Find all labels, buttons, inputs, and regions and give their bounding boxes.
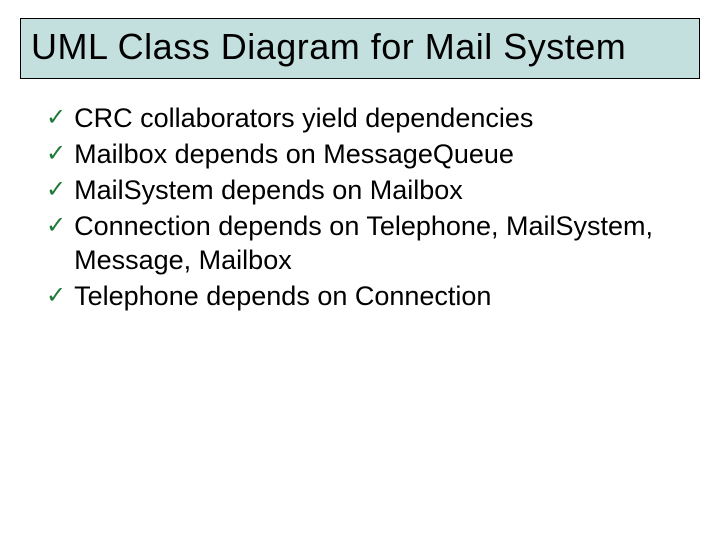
check-icon: ✓ [46,209,66,243]
check-icon: ✓ [46,101,66,135]
list-item: ✓ Telephone depends on Connection [46,279,680,313]
title-container: UML Class Diagram for Mail System [20,18,700,79]
page-title: UML Class Diagram for Mail System [31,25,689,68]
list-item: ✓ Connection depends on Telephone, MailS… [46,209,680,277]
bullet-list: ✓ CRC collaborators yield dependencies ✓… [20,101,700,313]
bullet-text: Connection depends on Telephone, MailSys… [74,209,680,277]
list-item: ✓ Mailbox depends on MessageQueue [46,137,680,171]
check-icon: ✓ [46,137,66,171]
bullet-text: MailSystem depends on Mailbox [74,173,463,207]
bullet-text: Mailbox depends on MessageQueue [74,137,514,171]
list-item: ✓ CRC collaborators yield dependencies [46,101,680,135]
bullet-text: Telephone depends on Connection [74,279,491,313]
list-item: ✓ MailSystem depends on Mailbox [46,173,680,207]
check-icon: ✓ [46,279,66,313]
check-icon: ✓ [46,173,66,207]
bullet-text: CRC collaborators yield dependencies [74,101,533,135]
